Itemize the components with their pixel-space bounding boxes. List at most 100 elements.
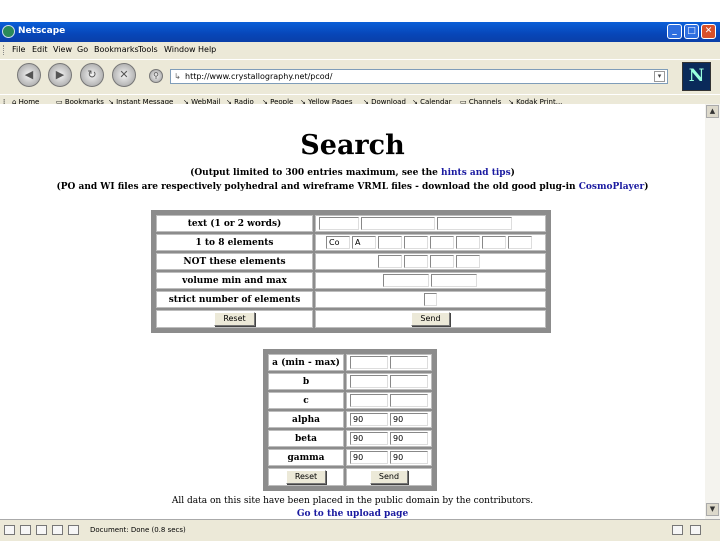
text-input-3[interactable] [437,217,512,230]
b-max-input[interactable] [390,375,428,388]
volume-max-input[interactable] [431,274,477,287]
menu-tools[interactable]: Tools [138,45,158,54]
title-bar: Netscape _ □ ✕ [0,22,720,42]
element-search-form: text (1 or 2 words) 1 to 8 elements Co A … [151,210,551,333]
vertical-scrollbar[interactable]: ▲ ▼ [705,104,720,519]
a-label: a (min - max) [268,354,344,371]
text-input-2[interactable] [361,217,435,230]
reset-button[interactable]: Reset [214,312,255,326]
scroll-down-icon[interactable]: ▼ [706,503,719,516]
url-input[interactable] [185,71,645,82]
page-content: Search (Output limited to 300 entries ma… [0,104,705,519]
element-input-5[interactable] [430,236,454,249]
back-icon[interactable]: ◀ [17,63,41,87]
vrml-note: (PO and WI files are respectively polyhe… [0,182,705,192]
send-button[interactable]: Send [369,470,409,484]
not-element-input-2[interactable] [404,255,428,268]
strict-count-label: strict number of elements [156,291,313,308]
menu-file[interactable]: File [12,45,25,54]
toolbar-grip [3,45,6,55]
not-elements-label: NOT these elements [156,253,313,270]
note-text: (Output limited to 300 entries maximum, … [190,168,442,178]
element-input-2[interactable]: A [352,236,376,249]
cosmoplayer-link[interactable]: CosmoPlayer [579,182,644,192]
gamma-label: gamma [268,449,344,466]
gamma-min-input[interactable]: 90 [350,451,388,464]
not-element-input-1[interactable] [378,255,402,268]
search-icon[interactable]: ⚲ [149,69,163,83]
security-icon[interactable] [672,525,683,535]
text-input-1[interactable] [319,217,359,230]
beta-max-input[interactable]: 90 [390,432,428,445]
menu-view[interactable]: View [53,45,72,54]
reset-button[interactable]: Reset [285,470,327,484]
c-min-input[interactable] [350,394,388,407]
netscape-icon [2,25,15,38]
cell-search-form: a (min - max) b c alpha 90 90 beta 90 90… [263,349,437,491]
composer-icon[interactable] [52,525,63,535]
not-element-input-4[interactable] [456,255,480,268]
element-search-table: text (1 or 2 words) 1 to 8 elements Co A … [154,213,548,330]
c-label: c [268,392,344,409]
navigator-icon[interactable] [4,525,15,535]
stop-icon[interactable]: ✕ [112,63,136,87]
note-text: ) [644,182,649,192]
volume-label: volume min and max [156,272,313,289]
element-input-1[interactable]: Co [326,236,350,249]
elements-label: 1 to 8 elements [156,234,313,251]
cell-search-table: a (min - max) b c alpha 90 90 beta 90 90… [266,352,434,488]
upload-page-link[interactable]: Go to the upload page [297,509,408,519]
public-domain-note: All data on this site have been placed i… [171,496,534,506]
instant-message-icon[interactable] [36,525,47,535]
element-input-7[interactable] [482,236,506,249]
status-text: Document: Done (0.8 secs) [90,526,186,534]
b-min-input[interactable] [350,375,388,388]
beta-label: beta [268,430,344,447]
url-bar[interactable]: ↳ ▾ [170,69,668,84]
status-bar: Document: Done (0.8 secs) [0,519,720,541]
a-max-input[interactable] [390,356,428,369]
url-dropdown-icon[interactable]: ▾ [654,71,665,82]
menu-bar: File Edit View Go Bookmarks Tools Window… [0,42,720,58]
menu-edit[interactable]: Edit [32,45,48,54]
minimize-button[interactable]: _ [667,24,682,39]
maximize-button[interactable]: □ [684,24,699,39]
menu-help[interactable]: Help [198,45,216,54]
send-button[interactable]: Send [411,312,450,326]
not-element-input-3[interactable] [430,255,454,268]
strict-count-input[interactable] [424,293,437,306]
upload-link-line: Go to the upload page [0,509,705,519]
menu-bookmarks[interactable]: Bookmarks [94,45,139,54]
note-text: (PO and WI files are respectively polyhe… [56,182,579,192]
alpha-max-input[interactable]: 90 [390,413,428,426]
window-title: Netscape [18,26,66,36]
netscape-logo[interactable]: N [682,62,711,91]
alpha-min-input[interactable]: 90 [350,413,388,426]
beta-min-input[interactable]: 90 [350,432,388,445]
element-input-8[interactable] [508,236,532,249]
address-book-icon[interactable] [68,525,79,535]
navigation-toolbar: ◀ ▶ ↻ ✕ ⚲ ↳ ▾ N [0,59,720,93]
connection-icon [690,525,701,535]
menu-go[interactable]: Go [77,45,88,54]
close-button[interactable]: ✕ [701,24,716,39]
mail-icon[interactable] [20,525,31,535]
b-label: b [268,373,344,390]
page-icon: ↳ [174,72,181,81]
element-input-3[interactable] [378,236,402,249]
alpha-label: alpha [268,411,344,428]
page-title: Search [300,130,405,161]
volume-min-input[interactable] [383,274,429,287]
a-min-input[interactable] [350,356,388,369]
element-input-6[interactable] [456,236,480,249]
element-input-4[interactable] [404,236,428,249]
gamma-max-input[interactable]: 90 [390,451,428,464]
hints-link[interactable]: hints and tips [441,168,511,178]
c-max-input[interactable] [390,394,428,407]
scroll-up-icon[interactable]: ▲ [706,105,719,118]
output-limit-note: (Output limited to 300 entries maximum, … [0,168,705,178]
note-text: ) [510,168,515,178]
forward-icon[interactable]: ▶ [48,63,72,87]
menu-window[interactable]: Window [164,45,196,54]
reload-icon[interactable]: ↻ [80,63,104,87]
